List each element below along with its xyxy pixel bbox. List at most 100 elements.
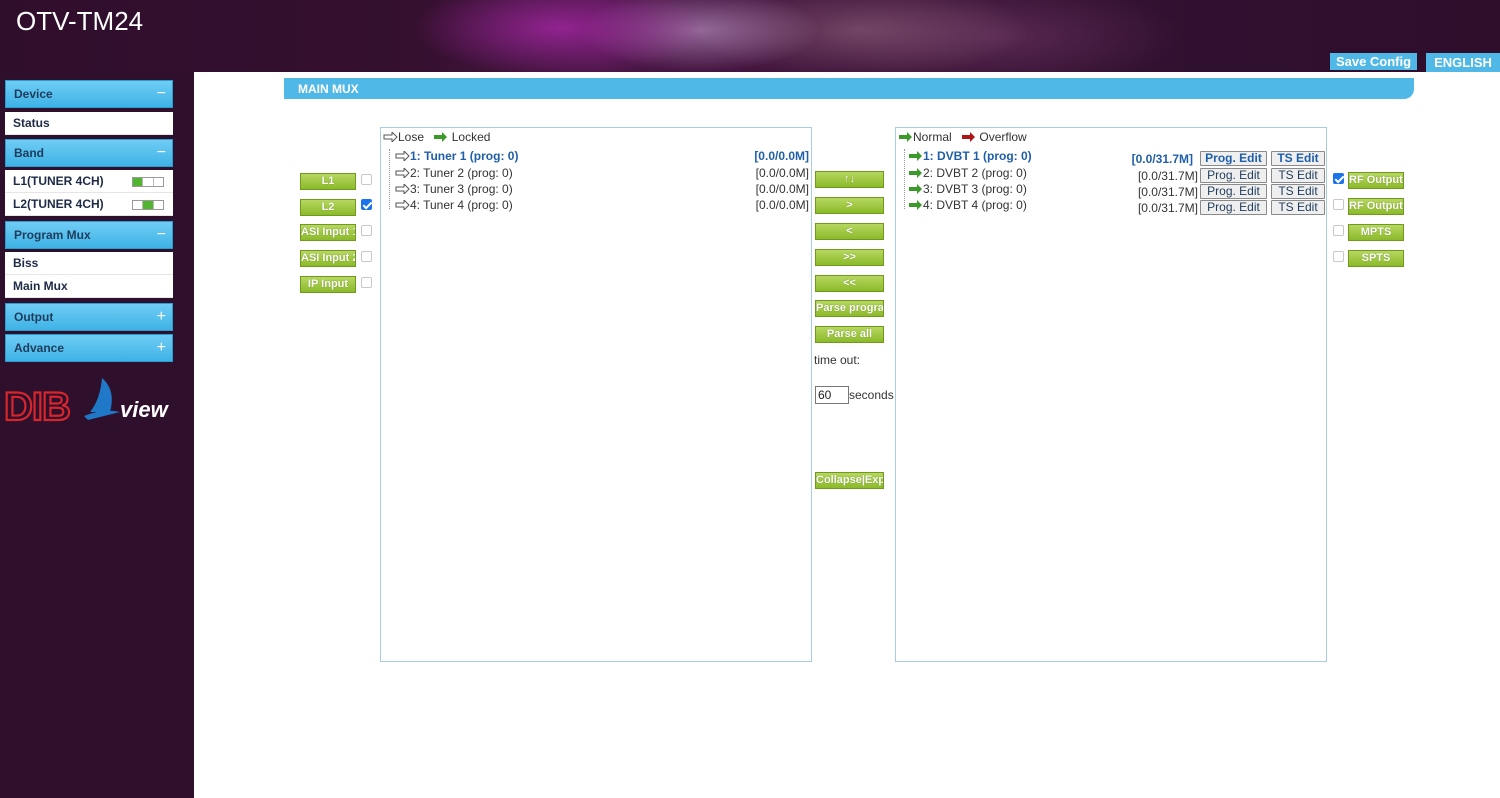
sidebar-item-l2-tuner[interactable]: L2(TUNER 4CH): [5, 193, 173, 216]
lose-arrow-icon: [395, 168, 410, 178]
add-all-button[interactable]: >>: [815, 249, 884, 266]
input-asi1-checkbox[interactable]: [361, 225, 372, 236]
tree-row-tuner-2[interactable]: 2: Tuner 2 (prog: 0): [395, 166, 513, 182]
sidebar-item-biss[interactable]: Biss: [5, 252, 173, 275]
input-l1-button[interactable]: L1: [300, 173, 356, 190]
timeout-input[interactable]: [815, 386, 849, 404]
collapse-icon[interactable]: −: [157, 81, 166, 107]
tree-row-tuner-4[interactable]: 4: Tuner 4 (prog: 0): [395, 198, 513, 214]
timeout-label: time out:: [814, 353, 861, 367]
expand-icon[interactable]: +: [157, 335, 166, 361]
input-l2-button[interactable]: L2: [300, 199, 356, 216]
output-mpts-checkbox[interactable]: [1333, 225, 1344, 236]
collapse-icon[interactable]: −: [157, 140, 166, 166]
tree-row-bitrate: [0.0/0.0M]: [755, 166, 809, 180]
ts-edit-button[interactable]: TS Edit: [1271, 168, 1325, 183]
add-button[interactable]: >: [815, 197, 884, 214]
input-l1-checkbox[interactable]: [361, 174, 372, 185]
tree-row-bitrate: [0.0/31.7M]: [1137, 169, 1198, 183]
section-title-bar: MAIN MUX: [284, 78, 1414, 99]
tree-row-bitrate: [0.0/31.7M]: [1137, 185, 1198, 199]
output-rf1-checkbox[interactable]: [1333, 173, 1344, 184]
legend-locked-label: Locked: [451, 130, 491, 144]
remove-all-button[interactable]: <<: [815, 275, 884, 292]
sidebar-item-label: L2(TUNER 4CH): [13, 197, 104, 211]
tree-row-dvbt-3[interactable]: 3: DVBT 3 (prog: 0): [908, 182, 1027, 198]
sidebar-item-l1-tuner[interactable]: L1(TUNER 4CH): [5, 170, 173, 193]
parse-all-button[interactable]: Parse all: [815, 326, 884, 343]
output-spts-checkbox[interactable]: [1333, 251, 1344, 262]
normal-arrow-icon: [909, 184, 922, 194]
lose-arrow-icon: [383, 132, 398, 142]
ts-edit-button[interactable]: TS Edit: [1271, 200, 1325, 215]
locked-arrow-icon: [434, 132, 448, 142]
prog-edit-button[interactable]: Prog. Edit: [1200, 168, 1267, 183]
tree-row-label: 2: DVBT 2 (prog: 0): [923, 166, 1027, 180]
output-mpts-button[interactable]: MPTS: [1348, 224, 1404, 241]
tree-row-tuner-1[interactable]: 1: Tuner 1 (prog: 0): [395, 149, 518, 165]
tree-row-bitrate: [0.0/0.0M]: [755, 198, 809, 212]
sidebar-section-output[interactable]: Output +: [5, 303, 173, 331]
logo-text-left: DIB: [4, 385, 70, 424]
prog-edit-button[interactable]: Prog. Edit: [1200, 184, 1267, 199]
output-rf2-checkbox[interactable]: [1333, 199, 1344, 210]
tree-row-dvbt-2[interactable]: 2: DVBT 2 (prog: 0): [908, 166, 1027, 182]
remove-button[interactable]: <: [815, 223, 884, 240]
parse-program-button[interactable]: Parse program: [815, 300, 884, 317]
sidebar-item-label: Status: [13, 116, 50, 130]
sidebar-section-label: Program Mux: [14, 228, 91, 242]
normal-arrow-icon: [909, 168, 922, 178]
sidebar-item-main-mux[interactable]: Main Mux: [5, 275, 173, 298]
overflow-arrow-icon: [962, 132, 976, 142]
input-asi2-button[interactable]: ASI Input 2: [300, 250, 356, 267]
sidebar-section-band[interactable]: Band −: [5, 139, 173, 167]
sidebar-item-status[interactable]: Status: [5, 112, 173, 135]
legend-overflow-label: Overflow: [979, 130, 1027, 144]
sidebar-item-label: L1(TUNER 4CH): [13, 174, 104, 188]
output-spts-button[interactable]: SPTS: [1348, 250, 1404, 267]
swap-button[interactable]: ↑↓: [815, 171, 884, 188]
ts-edit-button[interactable]: TS Edit: [1271, 151, 1325, 166]
sidebar-section-label: Band: [14, 146, 44, 160]
ts-edit-button[interactable]: TS Edit: [1271, 184, 1325, 199]
tree-row-dvbt-1[interactable]: 1: DVBT 1 (prog: 0): [908, 149, 1032, 165]
sidebar-section-label: Output: [14, 310, 54, 324]
tree-row-tuner-3[interactable]: 3: Tuner 3 (prog: 0): [395, 182, 513, 198]
sidebar-section-program-mux[interactable]: Program Mux −: [5, 221, 173, 249]
logo-text-right: view: [120, 397, 170, 422]
output-rf1-button[interactable]: RF Output1: [1348, 172, 1404, 189]
signal-status-icon: [132, 200, 164, 210]
main-content: MAIN MUX L1 L2 ASI Input 1 ASI Input 2 I…: [194, 72, 1500, 798]
input-legend: Lose Locked: [383, 130, 490, 144]
input-asi2-checkbox[interactable]: [361, 251, 372, 262]
tree-row-label: 2: Tuner 2 (prog: 0): [410, 166, 513, 180]
prog-edit-button[interactable]: Prog. Edit: [1200, 151, 1267, 166]
input-ip-checkbox[interactable]: [361, 277, 372, 288]
tree-row-label: 4: Tuner 4 (prog: 0): [410, 198, 513, 212]
lose-arrow-icon: [395, 184, 410, 194]
dibview-logo: DIB view: [4, 378, 170, 424]
tree-row-bitrate: [0.0/31.7M]: [1131, 152, 1193, 166]
collapse-icon[interactable]: −: [157, 222, 166, 248]
save-config-button[interactable]: Save Config: [1330, 53, 1417, 70]
tree-row-bitrate: [0.0/31.7M]: [1137, 201, 1198, 215]
input-asi1-button[interactable]: ASI Input 1: [300, 224, 356, 241]
sidebar-section-advance[interactable]: Advance +: [5, 334, 173, 362]
language-button[interactable]: ENGLISH: [1426, 53, 1500, 72]
input-l2-checkbox[interactable]: [361, 199, 372, 210]
output-rf2-button[interactable]: RF Output2: [1348, 198, 1404, 215]
expand-icon[interactable]: +: [157, 304, 166, 330]
prog-edit-button[interactable]: Prog. Edit: [1200, 200, 1267, 215]
header-banner: OTV-TM24 Save Config ENGLISH: [0, 0, 1500, 72]
legend-lose-label: Lose: [398, 130, 425, 144]
tree-row-dvbt-4[interactable]: 4: DVBT 4 (prog: 0): [908, 198, 1027, 214]
tree-row-label: 3: DVBT 3 (prog: 0): [923, 182, 1027, 196]
tree-row-label: 4: DVBT 4 (prog: 0): [923, 198, 1027, 212]
lose-arrow-icon: [395, 200, 410, 210]
app-title: OTV-TM24: [16, 6, 144, 36]
tree-row-bitrate: [0.0/0.0M]: [755, 182, 809, 196]
collapse-expand-button[interactable]: Collapse|Expand: [815, 472, 884, 489]
sidebar-section-device[interactable]: Device −: [5, 80, 173, 108]
input-ip-button[interactable]: IP Input: [300, 276, 356, 293]
sidebar-section-label: Device: [14, 87, 53, 101]
